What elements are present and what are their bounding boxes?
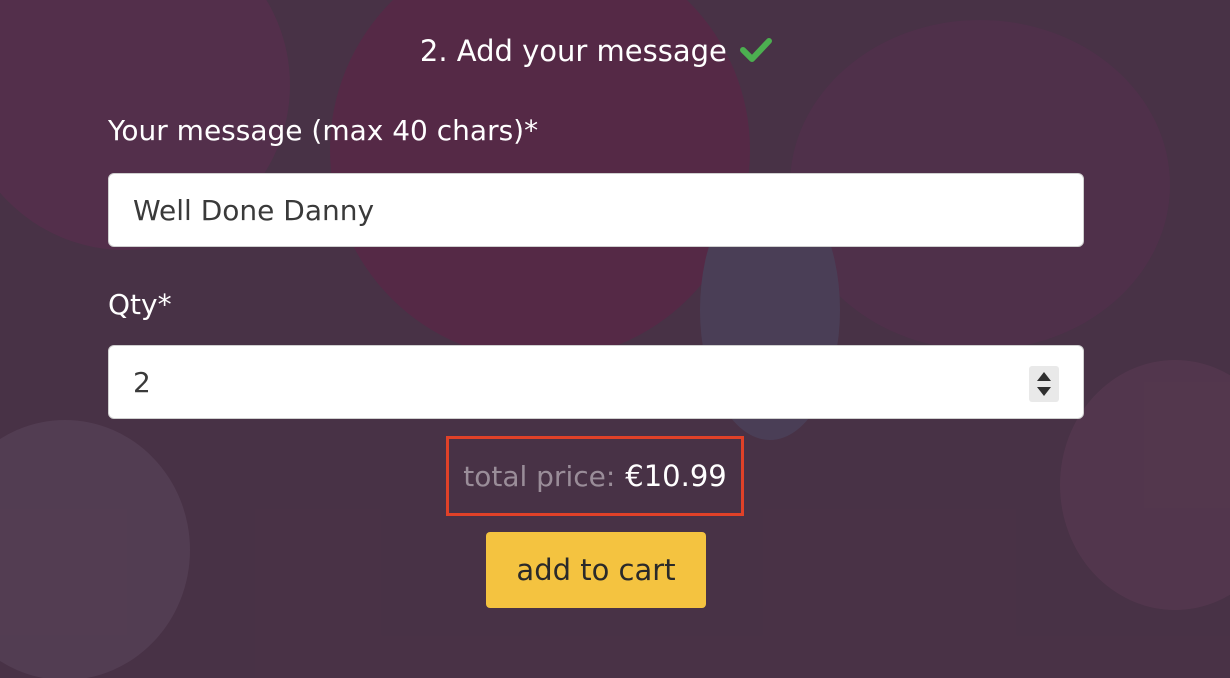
message-label: Your message (max 40 chars)* (108, 114, 539, 147)
total-price-label: total price: (463, 459, 616, 493)
step-title: 2. Add your message (108, 34, 1084, 70)
total-price-value: €10.99 (625, 459, 727, 493)
qty-stepper[interactable] (1029, 366, 1059, 402)
message-field-container (108, 173, 1084, 247)
total-price-box: total price: €10.99 (446, 436, 744, 516)
qty-input[interactable] (109, 346, 1083, 418)
message-input[interactable] (109, 174, 1083, 246)
qty-label: Qty* (108, 288, 172, 321)
stepper-up-icon[interactable] (1037, 372, 1051, 381)
step-title-text: 2. Add your message (419, 34, 727, 68)
check-icon (740, 36, 773, 70)
qty-field-container (108, 345, 1084, 419)
stepper-down-icon[interactable] (1037, 387, 1051, 396)
add-to-cart-button[interactable]: add to cart (486, 532, 706, 608)
page: 2. Add your message Your message (max 40… (0, 0, 1230, 678)
